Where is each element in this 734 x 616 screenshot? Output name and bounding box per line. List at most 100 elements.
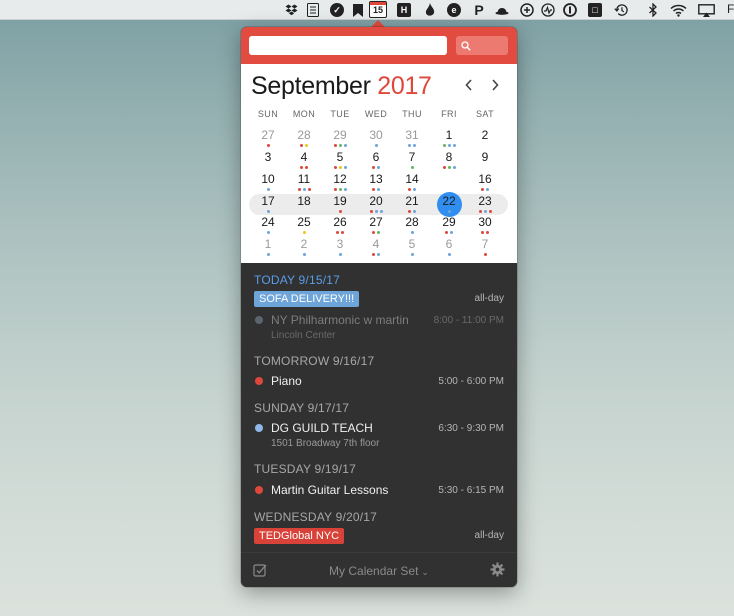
day-cell[interactable]: 28	[286, 128, 322, 149]
day-cell[interactable]: 19	[322, 194, 358, 215]
day-cell[interactable]: 23	[467, 194, 503, 215]
allday-event[interactable]: SOFA DELIVERY!!!	[254, 291, 360, 307]
bluetooth-icon[interactable]	[646, 3, 660, 17]
event-dots	[322, 166, 358, 169]
day-cell[interactable]: 2	[467, 128, 503, 149]
calendar-set-selector[interactable]: My Calendar Set ⌄	[241, 564, 517, 578]
notes-icon[interactable]	[306, 3, 320, 17]
day-cell[interactable]: 6	[358, 150, 394, 171]
event-dot	[372, 253, 375, 256]
day-cell[interactable]: 7	[394, 150, 430, 171]
day-cell[interactable]: 26	[322, 215, 358, 236]
event-dot	[452, 166, 456, 169]
day-cell[interactable]: 14	[394, 172, 430, 193]
event-title[interactable]: DG GUILD TEACH	[271, 421, 373, 435]
wifi-icon[interactable]	[670, 3, 687, 17]
event-title[interactable]: Martin Guitar Lessons	[271, 483, 388, 497]
day-number: 4	[372, 237, 380, 251]
allday-event[interactable]: TEDGlobal NYC	[254, 528, 345, 544]
gear-icon[interactable]	[490, 562, 505, 577]
day-cell[interactable]: 27	[358, 215, 394, 236]
box-icon[interactable]: □	[588, 3, 602, 17]
weekday-label: THU	[402, 109, 422, 119]
day-cell[interactable]: 5	[322, 150, 358, 171]
event-title[interactable]: NY Philharmonic w martin	[271, 313, 409, 327]
new-event-input[interactable]	[249, 36, 447, 55]
day-cell[interactable]: 30	[358, 128, 394, 149]
hat-icon[interactable]	[495, 3, 509, 17]
event-dot	[369, 210, 373, 213]
day-cell[interactable]: 6	[431, 237, 467, 258]
day-cell[interactable]: 8	[431, 150, 467, 171]
airplay-icon[interactable]	[698, 3, 715, 17]
day-cell[interactable]: 22	[431, 194, 467, 215]
day-cell[interactable]: 24	[250, 215, 286, 236]
day-cell[interactable]: 28	[394, 215, 430, 236]
event-dot	[410, 231, 414, 234]
calendar-color-dot	[255, 316, 263, 324]
day-cell[interactable]: 25	[286, 215, 322, 236]
day-cell[interactable]: 27	[250, 128, 286, 149]
day-number: 14	[405, 172, 419, 186]
event-title[interactable]: Piano	[271, 374, 302, 388]
onepassword-icon[interactable]	[563, 3, 577, 17]
status-icon[interactable]: ✓	[330, 3, 344, 17]
event-dot	[341, 231, 344, 234]
day-number: 19	[333, 194, 347, 208]
day-cell[interactable]: 1	[250, 237, 286, 258]
app-icon[interactable]: H	[397, 3, 411, 17]
month-title: September 2017	[251, 72, 432, 101]
day-cell[interactable]: 11	[286, 172, 322, 193]
event-dot	[450, 231, 453, 234]
day-cell[interactable]: 2	[286, 237, 322, 258]
day-cell[interactable]: 18	[286, 194, 322, 215]
agenda-list: TODAY 9/15/17 SOFA DELIVERY!!! all-day N…	[241, 263, 517, 552]
agenda-day-header: TUESDAY 9/19/17	[254, 462, 356, 476]
day-cell[interactable]: 29	[322, 128, 358, 149]
day-number: 22	[442, 194, 456, 208]
bookmark-icon[interactable]	[351, 3, 365, 17]
pocket-icon[interactable]: P	[472, 3, 486, 17]
day-cell[interactable]: 9	[467, 150, 503, 171]
day-cell[interactable]: 1	[431, 128, 467, 149]
day-cell[interactable]: 12	[322, 172, 358, 193]
flame-icon[interactable]	[423, 3, 437, 17]
day-cell[interactable]: 31	[394, 128, 430, 149]
event-dot	[333, 144, 337, 147]
day-number: 28	[405, 215, 419, 229]
next-month-button[interactable]	[485, 74, 505, 98]
day-cell[interactable]: 17	[250, 194, 286, 215]
day-cell[interactable]: 4	[358, 237, 394, 258]
day-cell[interactable]: 5	[394, 237, 430, 258]
day-cell[interactable]: 7	[467, 237, 503, 258]
event-dot	[447, 253, 451, 256]
day-cell[interactable]: 29	[431, 215, 467, 236]
event-dot	[447, 166, 451, 169]
event-dot	[374, 144, 378, 147]
search-field[interactable]	[456, 36, 508, 55]
sync-icon[interactable]	[520, 3, 534, 17]
day-number: 4	[300, 150, 308, 164]
event-dot	[481, 188, 484, 191]
event-dots	[250, 144, 286, 147]
day-cell[interactable]: 20	[358, 194, 394, 215]
evernote-icon[interactable]: e	[447, 3, 461, 17]
day-cell[interactable]: 3	[250, 150, 286, 171]
day-cell[interactable]: 30	[467, 215, 503, 236]
day-number: 18	[297, 194, 311, 208]
pulse-icon[interactable]	[541, 3, 555, 17]
day-cell[interactable]: 3	[322, 237, 358, 258]
day-cell[interactable]: 10	[250, 172, 286, 193]
event-dots	[467, 144, 503, 147]
today-cell[interactable]: 15	[431, 172, 467, 193]
calendar-icon[interactable]: 15	[369, 1, 387, 18]
time-machine-icon[interactable]	[614, 3, 628, 17]
day-number: 31	[405, 128, 419, 142]
dropbox-icon[interactable]	[284, 3, 298, 17]
day-cell[interactable]: 21	[394, 194, 430, 215]
previous-month-button[interactable]	[459, 74, 479, 98]
day-cell[interactable]: 13	[358, 172, 394, 193]
day-cell[interactable]: 16	[467, 172, 503, 193]
day-cell[interactable]: 4	[286, 150, 322, 171]
day-number: 17	[261, 194, 275, 208]
